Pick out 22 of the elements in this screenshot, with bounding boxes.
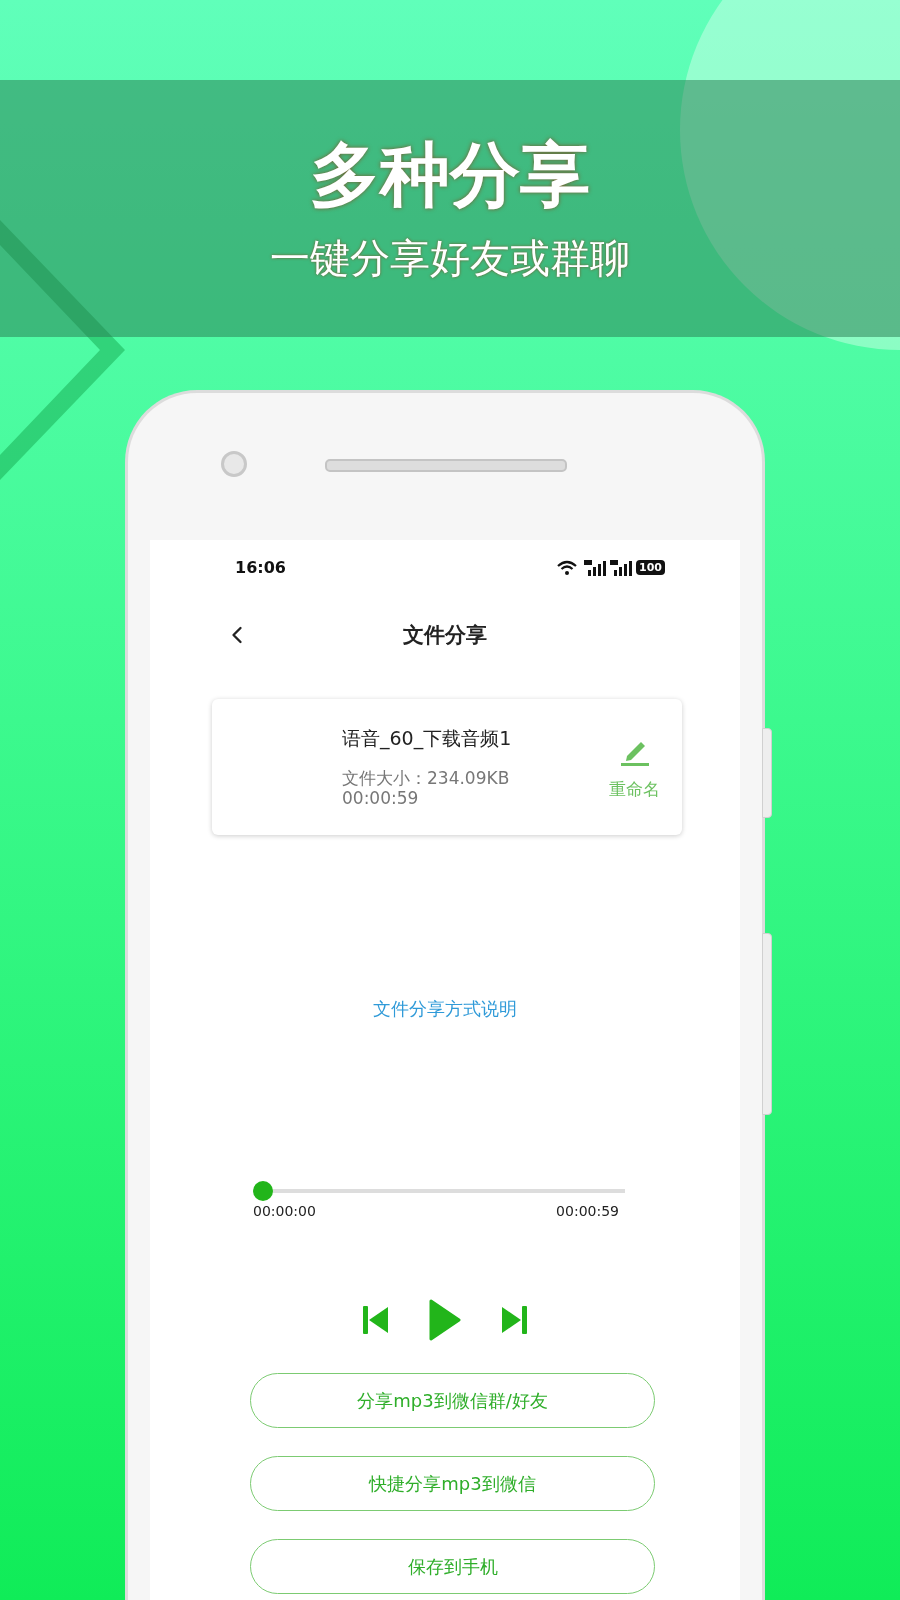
banner-title: 多种分享 (310, 137, 590, 214)
share-button[interactable]: 保存到手机 (250, 1539, 655, 1594)
share-button[interactable]: 分享mp3到微信群/好友 (250, 1373, 655, 1428)
next-button[interactable] (501, 1306, 527, 1334)
camera-icon (221, 451, 247, 477)
help-link[interactable]: 文件分享方式说明 (373, 997, 517, 1021)
file-name: 语音_60_下载音频1 (342, 725, 513, 752)
signal-icon (610, 559, 633, 576)
share-button[interactable]: 快捷分享mp3到微信 (250, 1456, 655, 1511)
play-button[interactable] (429, 1299, 461, 1341)
signal-icon (584, 559, 607, 576)
banner-subtitle: 一键分享好友或群聊 (270, 236, 630, 280)
current-time: 00:00:00 (253, 1203, 316, 1219)
total-time: 00:00:59 (556, 1203, 619, 1219)
file-size: 文件大小：234.09KB (342, 767, 511, 788)
file-duration: 00:00:59 (342, 788, 420, 809)
status-time: 16:06 (235, 558, 286, 577)
rename-button[interactable]: 重命名 (609, 733, 660, 801)
page-title: 文件分享 (403, 622, 487, 649)
battery-level: 100 (636, 560, 665, 575)
previous-button[interactable] (363, 1306, 389, 1334)
progress-thumb[interactable] (253, 1181, 273, 1201)
